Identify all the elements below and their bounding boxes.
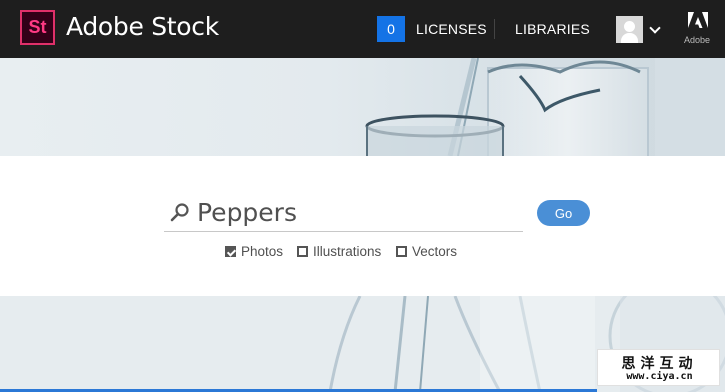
- filter-illustrations[interactable]: Illustrations: [297, 243, 382, 259]
- illustrations-checkbox[interactable]: [297, 245, 308, 257]
- search-input[interactable]: [197, 194, 517, 230]
- nav-divider: [494, 19, 495, 39]
- hero-banner-top: [0, 58, 725, 156]
- search-icon: [170, 203, 189, 222]
- photos-checkbox[interactable]: [225, 245, 236, 257]
- go-button[interactable]: Go: [537, 200, 590, 226]
- logo-text: St: [28, 17, 47, 37]
- licenses-link[interactable]: LICENSES: [416, 21, 487, 37]
- filter-vectors-label: Vectors: [412, 243, 458, 259]
- filter-vectors[interactable]: Vectors: [396, 243, 458, 259]
- watermark-logo: 思洋互动 www.ciya.cn: [597, 349, 720, 386]
- app-title[interactable]: Adobe Stock: [66, 12, 219, 41]
- filter-illustrations-label: Illustrations: [313, 243, 382, 259]
- watermark-url: www.ciya.cn: [626, 371, 693, 382]
- search-field: [164, 194, 523, 232]
- adobe-stock-logo[interactable]: St: [20, 10, 55, 45]
- avatar-icon[interactable]: [616, 16, 643, 43]
- top-navigation-bar: St Adobe Stock 0 LICENSES LIBRARIES Adob…: [0, 0, 725, 58]
- filter-photos[interactable]: Photos: [225, 243, 284, 259]
- libraries-link[interactable]: LIBRARIES: [515, 21, 590, 37]
- vectors-checkbox[interactable]: [396, 245, 407, 257]
- search-panel: Go Photos Illustrations Vectors: [0, 156, 725, 296]
- glassware-image: [365, 58, 725, 156]
- filter-photos-label: Photos: [241, 243, 284, 259]
- licenses-count-badge[interactable]: 0: [377, 16, 405, 42]
- adobe-label: Adobe: [684, 35, 711, 45]
- adobe-logo-icon[interactable]: [688, 12, 708, 32]
- watermark-title: 思洋互动: [621, 356, 698, 372]
- chevron-down-icon[interactable]: [649, 22, 661, 34]
